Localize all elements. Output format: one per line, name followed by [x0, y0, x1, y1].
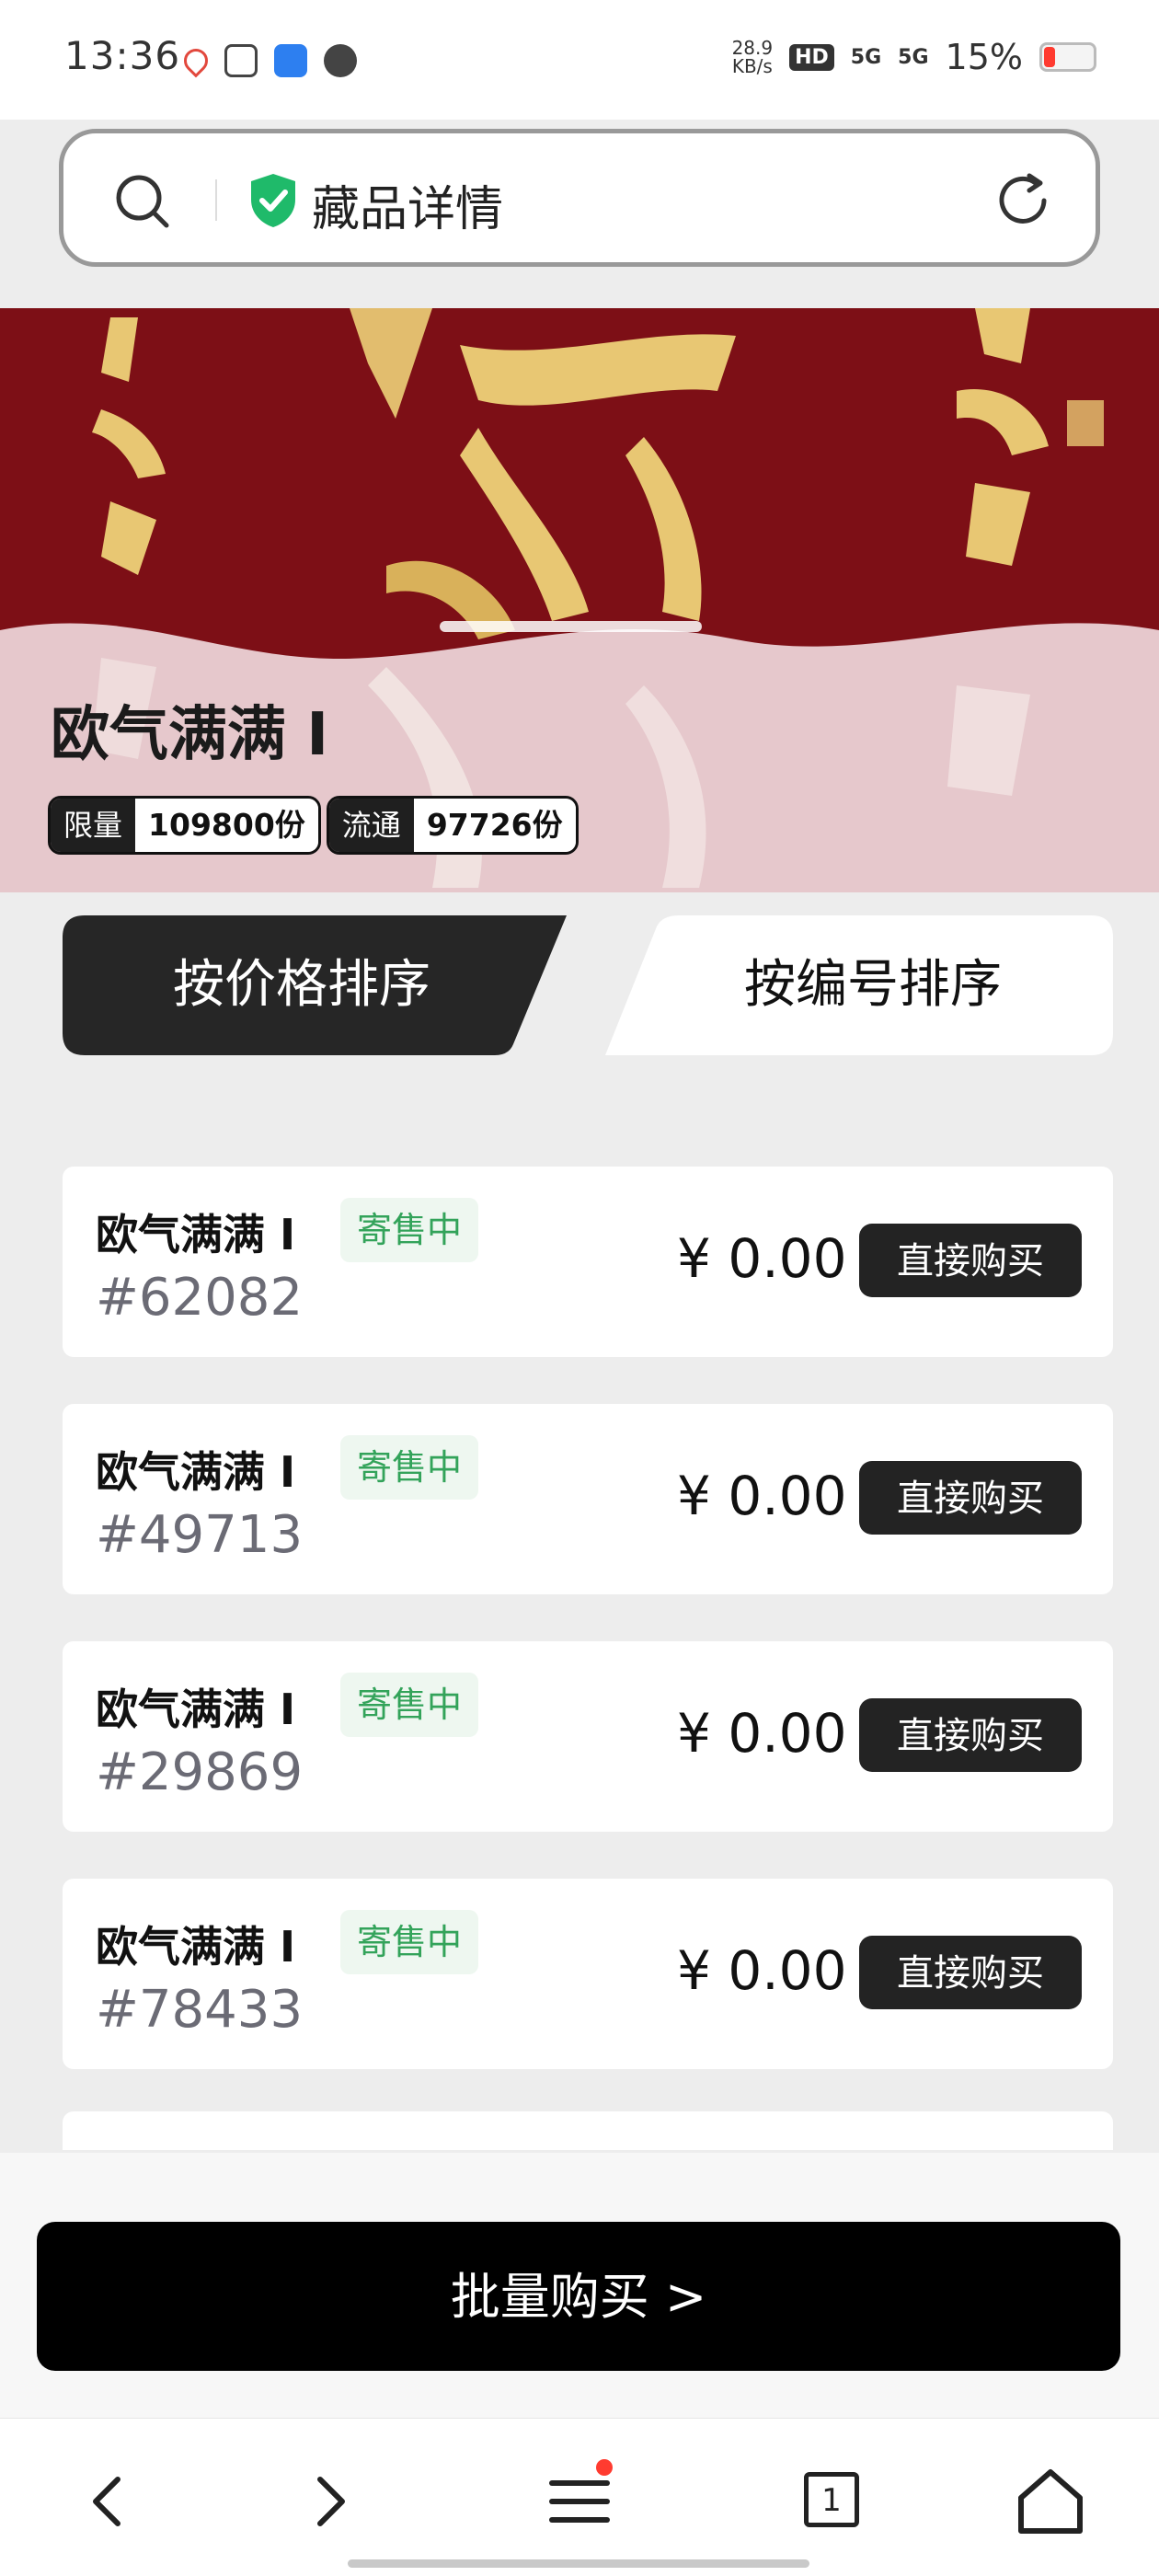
circulation-tag-label: 流通: [328, 799, 414, 852]
listing-status-badge: 寄售中: [340, 1910, 479, 1974]
tab-sort-by-number[interactable]: 按编号排序: [605, 915, 1113, 1055]
menu-icon: [549, 2480, 610, 2523]
signal-2-icon: 5G: [898, 45, 929, 69]
signal-1-icon: 5G: [850, 45, 882, 69]
listing-serial: #62082: [96, 1268, 304, 1328]
battery-icon: [1039, 42, 1096, 72]
tab-count: 1: [804, 2472, 859, 2527]
reload-icon[interactable]: [993, 170, 1053, 231]
menu-button[interactable]: [543, 2459, 616, 2538]
buy-now-button[interactable]: 直接购买: [859, 1936, 1082, 2009]
listing-card[interactable]: 欧气满满 I 寄售中 #29869 ¥ 0.00 直接购买: [63, 1641, 1113, 1832]
tab-sort-by-price[interactable]: 按价格排序: [63, 915, 568, 1055]
sort-tabs: 按价格排序 按编号排序: [63, 915, 1113, 1055]
collection-banner: 欧气满满 I 限量 109800份 流通 97726份: [0, 308, 1159, 892]
status-bar: 13:36 28.9 KB/s HD 5G 5G 15%: [0, 0, 1159, 120]
listing-price: ¥ 0.00: [677, 1227, 847, 1290]
batch-buy-button[interactable]: 批量购买 >: [37, 2222, 1120, 2371]
limit-tag-label: 限量: [51, 799, 136, 852]
buy-now-button[interactable]: 直接购买: [859, 1224, 1082, 1297]
address-bar[interactable]: 藏品详情: [59, 129, 1100, 267]
tabs-button[interactable]: 1: [797, 2465, 870, 2538]
battery-percent: 15%: [945, 37, 1023, 77]
home-indicator[interactable]: [348, 2559, 809, 2568]
page-title: 藏品详情: [312, 182, 504, 237]
live-app-icon: [274, 44, 307, 77]
search-icon[interactable]: [115, 174, 170, 229]
limit-tag: 限量 109800份: [48, 796, 321, 855]
forward-icon[interactable]: [293, 2465, 366, 2538]
listing-status-badge: 寄售中: [340, 1673, 479, 1737]
listing-name: 欧气满满 I: [96, 1210, 296, 1259]
drag-handle[interactable]: [440, 621, 702, 632]
collection-tags: 限量 109800份 流通 97726份: [48, 796, 579, 855]
app-notification-icon: [224, 44, 258, 77]
limit-tag-value: 109800份: [135, 799, 318, 852]
browser-nav-bar: 1: [0, 2418, 1159, 2576]
buy-now-button[interactable]: 直接购买: [859, 1461, 1082, 1535]
listing-name: 欧气满满 I: [96, 1685, 296, 1734]
listing-price: ¥ 0.00: [677, 1939, 847, 2002]
listing-price: ¥ 0.00: [677, 1702, 847, 1765]
status-right: 28.9 KB/s HD 5G 5G 15%: [732, 37, 1096, 77]
net-speed: 28.9 KB/s: [732, 39, 774, 75]
collection-title: 欧气满满 I: [51, 701, 329, 769]
home-icon[interactable]: [1014, 2465, 1087, 2538]
circulation-tag-value: 97726份: [413, 799, 576, 852]
listing-serial: #78433: [96, 1980, 304, 2040]
circulation-tag: 流通 97726份: [326, 796, 579, 855]
listing-name: 欧气满满 I: [96, 1922, 296, 1972]
listing-card-partial: [63, 2111, 1113, 2150]
notification-dot: [596, 2459, 613, 2476]
listing-serial: #29869: [96, 1742, 304, 1802]
listing-name: 欧气满满 I: [96, 1447, 296, 1497]
location-icon: [178, 43, 213, 78]
tab-sort-by-price-label: 按价格排序: [173, 955, 430, 1015]
status-time: 13:36: [64, 33, 181, 78]
net-speed-value: 28.9: [731, 37, 774, 59]
net-speed-unit: KB/s: [731, 55, 773, 77]
buy-now-button[interactable]: 直接购买: [859, 1698, 1082, 1772]
listing-card[interactable]: 欧气满满 I 寄售中 #78433 ¥ 0.00 直接购买: [63, 1879, 1113, 2069]
hd-badge: HD: [789, 43, 834, 71]
listing-card[interactable]: 欧气满满 I 寄售中 #62082 ¥ 0.00 直接购买: [63, 1167, 1113, 1357]
listing-status-badge: 寄售中: [340, 1198, 479, 1262]
listing-card[interactable]: 欧气满满 I 寄售中 #49713 ¥ 0.00 直接购买: [63, 1404, 1113, 1594]
back-icon[interactable]: [72, 2465, 145, 2538]
listing-price: ¥ 0.00: [677, 1465, 847, 1527]
listing-serial: #49713: [96, 1505, 304, 1565]
listing-status-badge: 寄售中: [340, 1435, 479, 1500]
notification-icons: [178, 42, 357, 79]
address-divider: [215, 179, 217, 221]
message-icon: [324, 44, 357, 77]
secure-shield-icon: [251, 174, 295, 227]
tab-sort-by-number-label: 按编号排序: [744, 955, 1002, 1015]
